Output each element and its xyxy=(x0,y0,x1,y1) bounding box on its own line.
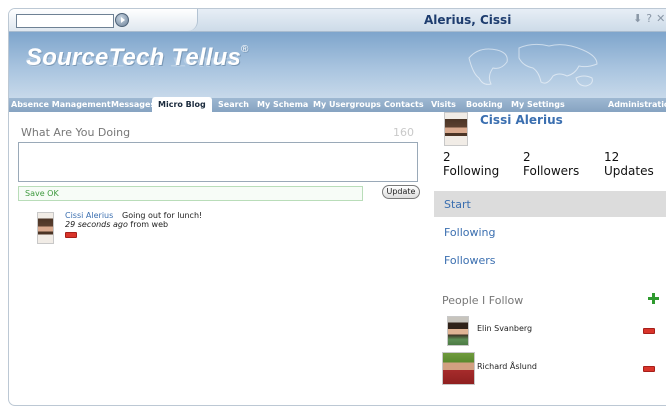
tab-administration[interactable]: Administration xyxy=(608,100,666,109)
person-avatar-richard[interactable] xyxy=(442,352,475,385)
tab-my-settings[interactable]: My Settings xyxy=(511,100,565,109)
help-icon[interactable]: ? xyxy=(646,12,652,25)
top-bar: Alerius, Cissi ⬇? ✕ xyxy=(9,9,666,32)
stat-updates-label: Updates xyxy=(604,164,654,178)
go-arrow-icon[interactable] xyxy=(115,13,129,27)
stat-following-count: 2 xyxy=(443,150,451,164)
close-icon[interactable]: ✕ xyxy=(656,12,665,25)
post-timestamp: 29 seconds ago xyxy=(65,220,128,229)
post-author-link[interactable]: Cissi Alerius xyxy=(65,211,113,220)
person-avatar-elin[interactable] xyxy=(447,316,469,346)
tab-booking[interactable]: Booking xyxy=(466,100,503,109)
profile-name: Cissi Alerius xyxy=(480,113,563,127)
menu-item-followers[interactable]: Followers xyxy=(434,247,666,273)
world-map-icon xyxy=(468,43,598,87)
tab-search[interactable]: Search xyxy=(218,100,249,109)
brand-reflection: SourceTech Tellus xyxy=(26,54,238,69)
stat-followers-label: Followers xyxy=(523,164,580,178)
registered-mark: ® xyxy=(241,44,249,55)
stat-updates[interactable]: 12 Updates xyxy=(604,150,654,178)
stat-followers-count: 2 xyxy=(523,150,531,164)
what-are-you-doing-label: What Are You Doing xyxy=(21,126,131,139)
stat-updates-count: 12 xyxy=(604,150,620,164)
tab-visits[interactable]: Visits xyxy=(431,100,456,109)
main-nav: Absence Management Messages Micro Blog S… xyxy=(9,97,666,112)
user-title: Alerius, Cissi xyxy=(424,13,512,27)
remove-person-icon[interactable] xyxy=(643,366,655,372)
post-source: from web xyxy=(130,220,169,229)
tab-my-schema[interactable]: My Schema xyxy=(257,100,308,109)
stat-followers[interactable]: 2 Followers xyxy=(523,150,579,178)
character-counter: 160 xyxy=(393,126,414,139)
update-button[interactable]: Update xyxy=(382,185,420,199)
tab-absence-management[interactable]: Absence Management xyxy=(11,100,111,109)
post-text: Going out for lunch! xyxy=(122,211,203,220)
download-icon[interactable]: ⬇ xyxy=(633,12,642,25)
tab-contacts[interactable]: Contacts xyxy=(384,100,424,109)
search-input[interactable] xyxy=(16,14,114,28)
stat-following[interactable]: 2 Following xyxy=(443,150,499,178)
post-avatar[interactable] xyxy=(37,212,54,244)
delete-post-icon[interactable] xyxy=(65,232,77,238)
post-meta: 29 seconds ago from web xyxy=(65,220,168,229)
stat-following-label: Following xyxy=(443,164,500,178)
tab-messages[interactable]: Messages xyxy=(111,100,155,109)
menu-item-following[interactable]: Following xyxy=(434,219,666,245)
banner: SourceTech Tellus® SourceTech Tellus xyxy=(9,32,666,98)
window-controls: ⬇? ✕ xyxy=(629,12,665,25)
profile-avatar xyxy=(444,112,468,146)
person-name-richard[interactable]: Richard Åslund xyxy=(477,362,537,371)
add-person-icon[interactable] xyxy=(648,293,659,304)
save-status-message: Save OK xyxy=(18,186,363,201)
search-tab xyxy=(9,9,198,31)
person-name-elin[interactable]: Elin Svanberg xyxy=(477,324,532,333)
tab-micro-blog[interactable]: Micro Blog xyxy=(152,97,212,112)
tab-my-usergroups[interactable]: My Usergroups xyxy=(313,100,381,109)
brand-reflection-text: SourceTech Tellus xyxy=(26,54,238,69)
menu-item-start[interactable]: Start xyxy=(434,191,666,217)
people-i-follow-heading: People I Follow xyxy=(442,294,524,307)
status-textarea[interactable] xyxy=(18,142,418,182)
remove-person-icon[interactable] xyxy=(643,328,655,334)
